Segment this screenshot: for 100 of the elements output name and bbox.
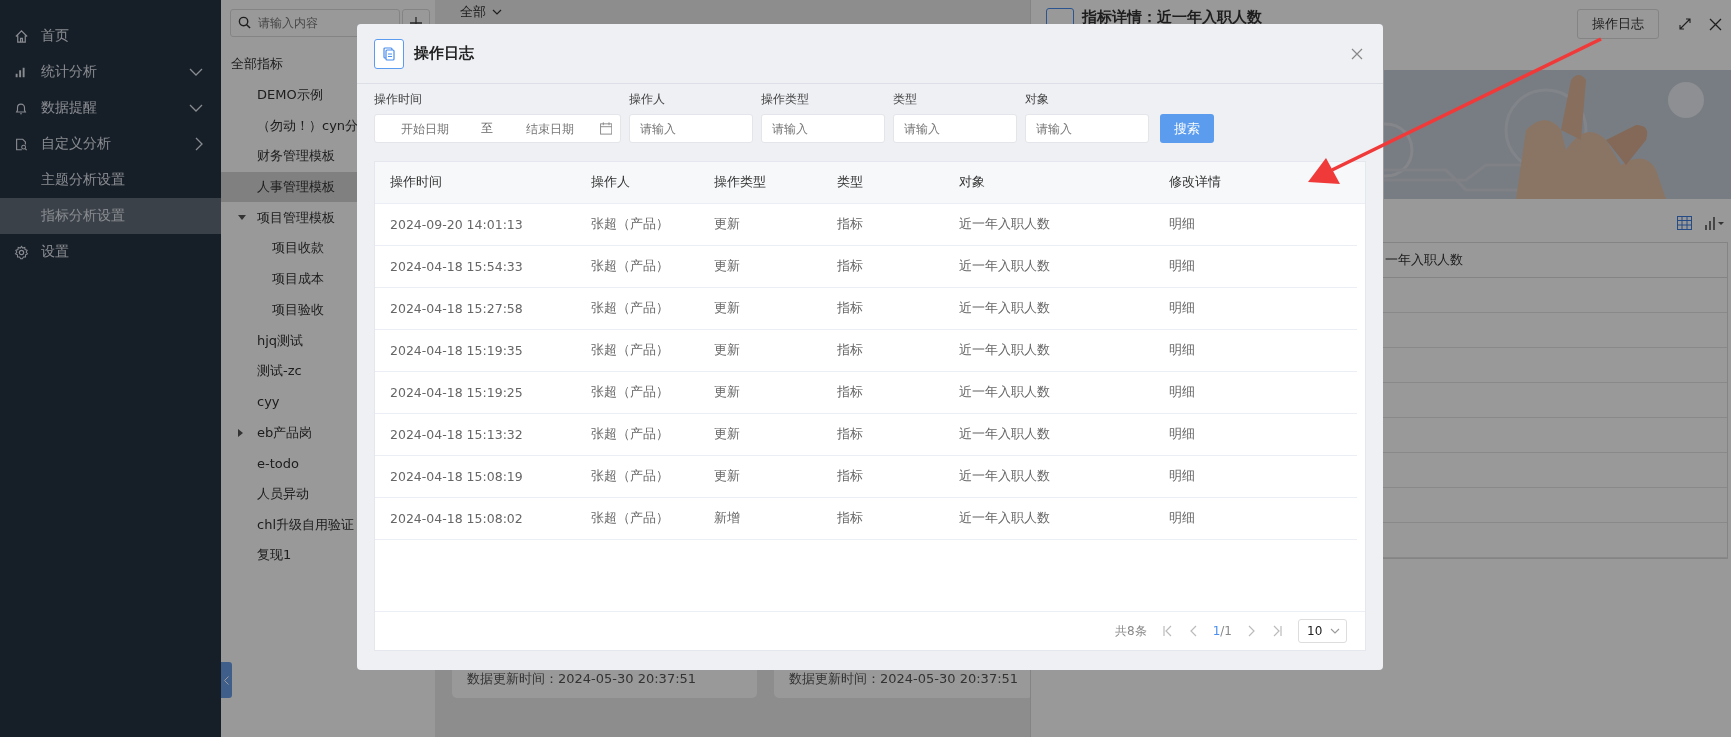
sidebar-item[interactable]: 统计分析 [0,54,221,90]
sidebar-item[interactable]: 指标分析设置 [0,198,221,234]
table-cell-text: 更新 [713,426,741,443]
home-icon [14,28,29,44]
table-cell-text: 张超（产品） [590,342,670,359]
chevron-down-icon [189,68,203,76]
table-cell-text: 明细 [1168,468,1196,485]
sidebar-item[interactable]: 自定义分析 [0,126,221,162]
table-cell-text: 指标 [836,384,864,401]
document-search-icon [14,136,28,152]
last-page-icon[interactable] [1272,625,1282,637]
table-cell-text: 指标 [836,510,864,527]
table-cell-text: 更新 [713,342,741,359]
table-cell-text: 更新 [713,258,741,275]
settings-icon [14,244,29,260]
column-header: 一年入职人数 [1385,251,1463,269]
table-cell-text: 明细 [1168,258,1196,275]
table-cell-text: 指标 [836,342,864,359]
table-cell-text: 更新 [713,468,741,485]
sidebar-item[interactable]: 首页 [0,18,221,54]
calendar-icon [599,122,612,135]
table-cell-text: 2024-09-20 14:01:13 [389,217,524,232]
next-page-icon[interactable] [1248,625,1256,637]
end-date-input[interactable]: 结束日期 [499,120,600,137]
expand-icon[interactable] [1679,18,1691,30]
input-field[interactable]: 请输入 [629,114,753,143]
table-cell-text: 近一年入职人数 [958,300,1051,317]
column-header: 操作类型 [713,174,767,191]
start-date-input[interactable]: 开始日期 [375,120,475,137]
table-cell-text: 近一年入职人数 [958,342,1051,359]
sidebar-item[interactable]: 数据提醒 [0,90,221,126]
table-cell-text: 指标 [836,300,864,317]
close-icon[interactable] [1351,47,1363,60]
table-cell-text: 近一年入职人数 [958,384,1051,401]
input-field[interactable]: 请输入 [1025,114,1149,143]
page-indicator: 1/1 [1212,624,1232,638]
table-cell-text: 明细 [1168,216,1196,233]
table-cell-text: 2024-04-18 15:27:58 [389,301,524,316]
document-icon [374,38,404,69]
detail-title: 指标详情：近一年入职人数 [1082,8,1263,27]
table-cell-text: 近一年入职人数 [958,426,1051,443]
table-cell-text: 2024-04-18 15:13:32 [389,427,524,442]
table-cell-text: 2024-04-18 15:54:33 [389,259,524,274]
sidebar-item[interactable]: 设置 [0,234,221,270]
table-icon[interactable] [1677,216,1692,230]
filter-dropdown[interactable]: 全部 [452,1,510,23]
table-cell-text: 张超（产品） [590,384,670,401]
table-cell-text: 明细 [1168,342,1196,359]
table-cell-text: 2024-04-18 15:08:19 [389,469,524,484]
table-cell-text: 更新 [713,300,741,317]
table-cell-text: 张超（产品） [590,216,670,233]
table-cell-text: 张超（产品） [590,300,670,317]
filter-label: 操作类型 [761,91,810,108]
bar-chart-icon[interactable] [1704,216,1724,230]
table-cell-text: 2024-04-18 15:19:35 [389,343,524,358]
bar-chart-icon [14,65,28,79]
table-cell-text: 近一年入职人数 [958,468,1051,485]
table-cell-text: 更新 [713,384,741,401]
filter-label: 操作人 [629,91,666,108]
table-cell-text: 张超（产品） [590,468,670,485]
column-header: 修改详情 [1168,174,1222,191]
filter-label: 操作时间 [374,91,423,108]
chevron-down-icon [189,104,203,112]
dialog-title: 操作日志 [414,44,475,63]
filter-label: 类型 [893,91,918,108]
table-cell-text: 新增 [713,510,741,527]
table-cell-text: 近一年入职人数 [958,216,1051,233]
chevron-down-icon [492,9,502,15]
table-cell-text: 明细 [1168,300,1196,317]
close-icon[interactable] [1709,18,1722,31]
table-cell-text: 指标 [836,258,864,275]
previous-page-icon[interactable] [1188,625,1197,637]
table-cell-text: 明细 [1168,384,1196,401]
chevron-right-icon [195,137,203,151]
update-time: 数据更新时间：2024-05-30 20:37:51 [789,670,1019,688]
column-header: 类型 [836,174,864,191]
update-time: 数据更新时间：2024-05-30 20:37:51 [467,670,697,688]
table-cell-text: 张超（产品） [590,510,670,527]
table-cell-text: 2024-04-18 15:08:02 [389,511,524,526]
table-cell-text: 近一年入职人数 [958,258,1051,275]
filter-label: 对象 [1025,91,1050,108]
table-cell-text: 2024-04-18 15:19:25 [389,385,524,400]
input-field[interactable]: 请输入 [893,114,1017,143]
table-cell-text: 指标 [836,426,864,443]
table-cell-text: 指标 [836,216,864,233]
input-field[interactable]: 请输入 [761,114,885,143]
table-cell-text: 明细 [1168,510,1196,527]
page-size-select[interactable]: 10 [1298,619,1347,643]
table-cell-text: 近一年入职人数 [958,510,1051,527]
column-header: 对象 [958,174,986,191]
table-cell-text: 张超（产品） [590,258,670,275]
total-count: 共8条 [1115,622,1147,640]
first-page-icon[interactable] [1162,625,1173,637]
operation-log-button[interactable]: 操作日志 [1577,9,1659,39]
sidebar-item[interactable]: 主题分析设置 [0,162,221,198]
chevron-down-icon [1330,628,1340,634]
search-icon [238,16,251,29]
date-range-field[interactable]: 开始日期 至 结束日期 [374,114,621,143]
table-cell-text: 更新 [713,216,741,233]
collapse-button[interactable] [221,662,232,698]
